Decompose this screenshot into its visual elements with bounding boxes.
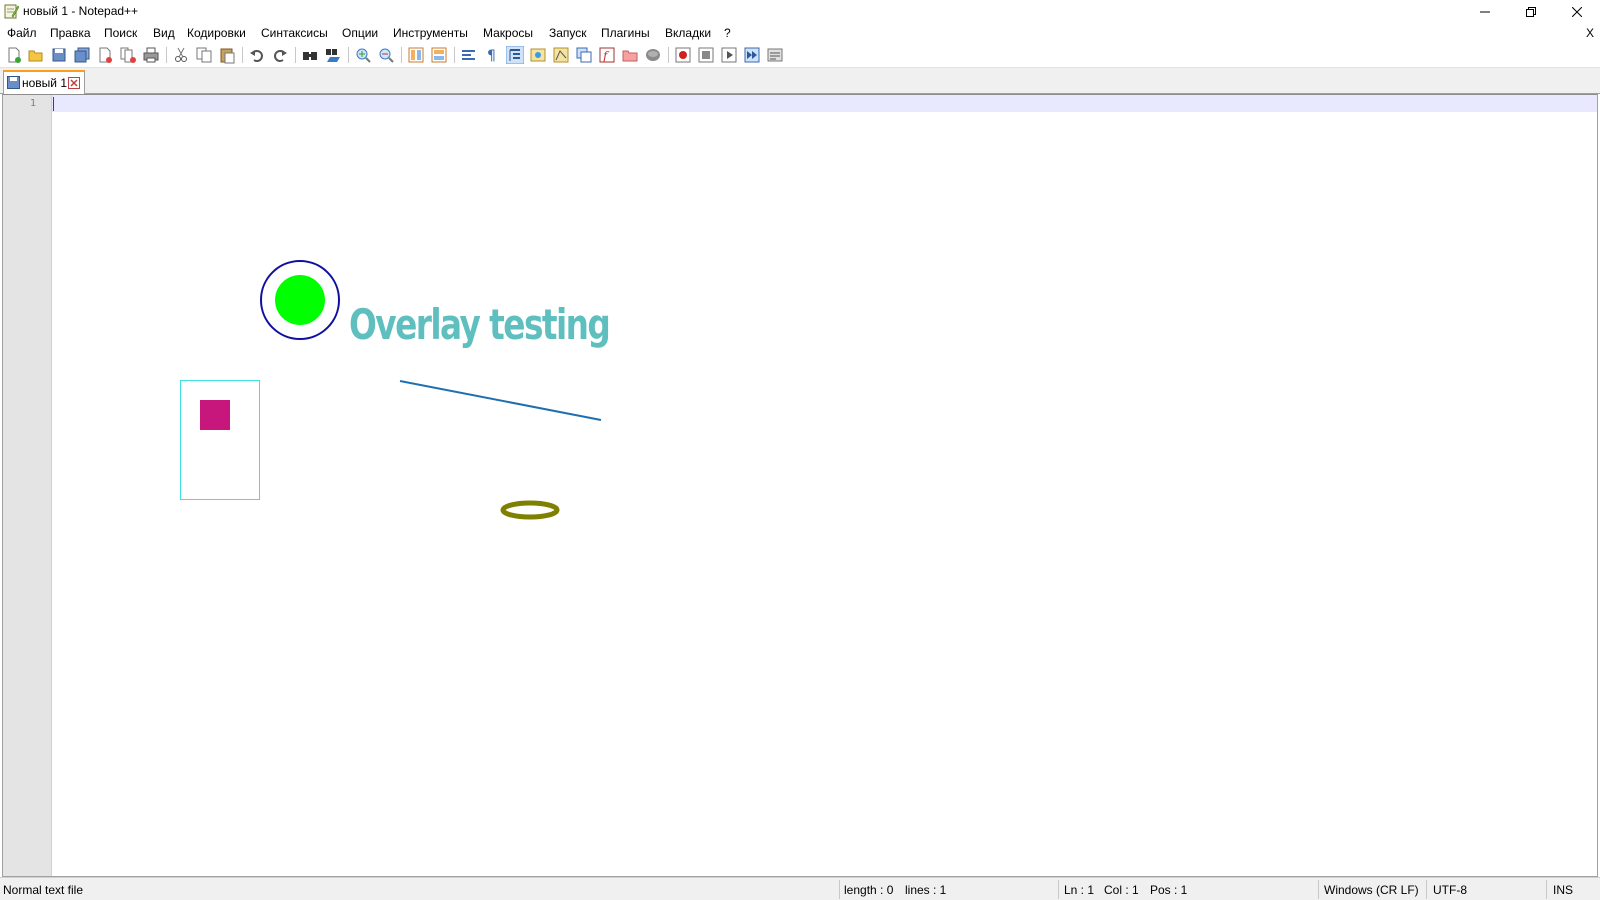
indent-guide-icon[interactable] bbox=[506, 46, 524, 64]
status-encoding[interactable]: UTF-8 bbox=[1433, 883, 1467, 897]
toolbar-separator bbox=[348, 47, 349, 63]
status-bar: Normal text file length : 0 lines : 1 Ln… bbox=[0, 877, 1600, 900]
menu-options[interactable]: Опции bbox=[342, 26, 378, 40]
close-icon bbox=[1572, 6, 1582, 17]
status-insert-mode[interactable]: INS bbox=[1553, 883, 1573, 897]
menu-file[interactable]: Файл bbox=[7, 26, 37, 40]
paste-icon[interactable] bbox=[218, 46, 236, 64]
word-wrap-icon[interactable] bbox=[460, 46, 478, 64]
overlay-text: Overlay testing bbox=[349, 300, 611, 349]
menu-run[interactable]: Запуск bbox=[549, 26, 587, 40]
close-all-icon[interactable] bbox=[119, 46, 137, 64]
save-all-icon[interactable] bbox=[73, 46, 91, 64]
menu-tools[interactable]: Инструменты bbox=[393, 26, 468, 40]
record-macro-icon[interactable] bbox=[674, 46, 692, 64]
run-macro-multiple-icon[interactable] bbox=[743, 46, 761, 64]
print-icon[interactable] bbox=[142, 46, 160, 64]
undo-icon[interactable] bbox=[248, 46, 266, 64]
tab-bar: новый 1 bbox=[0, 68, 1600, 94]
tab-close-icon[interactable] bbox=[68, 77, 80, 92]
restore-button[interactable] bbox=[1508, 0, 1554, 23]
toolbar-separator bbox=[668, 47, 669, 63]
sync-horizontal-icon[interactable] bbox=[430, 46, 448, 64]
status-pos: Pos : 1 bbox=[1150, 883, 1188, 897]
zoom-in-icon[interactable] bbox=[354, 46, 372, 64]
close-file-icon[interactable] bbox=[96, 46, 114, 64]
window-title: новый 1 - Notepad++ bbox=[23, 4, 139, 18]
toolbar-separator bbox=[166, 47, 167, 63]
stop-record-icon[interactable] bbox=[697, 46, 715, 64]
close-window-button[interactable] bbox=[1554, 0, 1600, 23]
menu-bar: Файл Правка Поиск Вид Кодировки Синтакси… bbox=[0, 23, 1600, 43]
toolbar-separator bbox=[242, 47, 243, 63]
notepadpp-app-icon bbox=[3, 3, 20, 19]
redo-icon[interactable] bbox=[271, 46, 289, 64]
menu-macros[interactable]: Макросы bbox=[483, 26, 533, 40]
replace-icon[interactable] bbox=[324, 46, 342, 64]
status-lines: lines : 1 bbox=[905, 883, 947, 897]
doc-map-icon[interactable] bbox=[552, 46, 570, 64]
menu-encoding[interactable]: Кодировки bbox=[187, 26, 246, 40]
menu-help[interactable]: ? bbox=[724, 26, 731, 40]
status-separator bbox=[1426, 880, 1427, 899]
current-line-highlight bbox=[52, 95, 1597, 112]
zoom-out-icon[interactable] bbox=[377, 46, 395, 64]
menu-edit[interactable]: Правка bbox=[50, 26, 91, 40]
monitoring-icon[interactable] bbox=[644, 46, 662, 64]
close-document-button[interactable]: X bbox=[1586, 26, 1594, 40]
status-separator bbox=[1058, 880, 1059, 899]
copy-icon[interactable] bbox=[195, 46, 213, 64]
status-file-type: Normal text file bbox=[3, 883, 84, 897]
save-macro-icon[interactable] bbox=[766, 46, 784, 64]
status-separator bbox=[839, 880, 840, 899]
toolbar-separator bbox=[454, 47, 455, 63]
doc-list-icon[interactable] bbox=[575, 46, 593, 64]
editor-area[interactable]: 1 bbox=[2, 94, 1598, 877]
cut-icon[interactable] bbox=[172, 46, 190, 64]
status-col: Col : 1 bbox=[1104, 883, 1139, 897]
text-caret bbox=[53, 97, 54, 111]
open-file-icon[interactable] bbox=[27, 46, 45, 64]
save-icon[interactable] bbox=[50, 46, 68, 64]
title-bar: новый 1 - Notepad++ bbox=[0, 0, 1600, 23]
status-length: length : 0 bbox=[844, 883, 894, 897]
minimize-icon bbox=[1480, 11, 1490, 12]
menu-tabs[interactable]: Вкладки bbox=[665, 26, 711, 40]
tab-new-1[interactable]: новый 1 bbox=[3, 70, 85, 94]
status-ln: Ln : 1 bbox=[1064, 883, 1095, 897]
sync-vertical-icon[interactable] bbox=[407, 46, 425, 64]
status-separator bbox=[1318, 880, 1319, 899]
restore-icon bbox=[1526, 6, 1536, 17]
play-macro-icon[interactable] bbox=[720, 46, 738, 64]
svg-text:¶: ¶ bbox=[487, 48, 496, 64]
status-separator bbox=[1546, 880, 1547, 899]
user-language-icon[interactable] bbox=[529, 46, 547, 64]
new-file-icon[interactable] bbox=[5, 46, 23, 64]
folder-workspace-icon[interactable] bbox=[621, 46, 639, 64]
status-eol[interactable]: Windows (CR LF) bbox=[1324, 883, 1419, 897]
menu-search[interactable]: Поиск bbox=[104, 26, 137, 40]
menu-syntax[interactable]: Синтаксисы bbox=[261, 26, 328, 40]
save-icon bbox=[7, 76, 20, 92]
menu-view[interactable]: Вид bbox=[153, 26, 175, 40]
find-icon[interactable] bbox=[301, 46, 319, 64]
tab-label: новый 1 bbox=[22, 76, 68, 90]
function-list-icon[interactable]: f bbox=[598, 46, 616, 64]
line-number: 1 bbox=[29, 98, 36, 109]
toolbar-separator bbox=[401, 47, 402, 63]
show-all-chars-icon[interactable]: ¶ bbox=[483, 46, 501, 64]
toolbar: ¶ f bbox=[0, 43, 1600, 68]
menu-plugins[interactable]: Плагины bbox=[601, 26, 650, 40]
toolbar-separator bbox=[295, 47, 296, 63]
line-number-gutter: 1 bbox=[3, 95, 52, 876]
minimize-button[interactable] bbox=[1462, 0, 1508, 23]
